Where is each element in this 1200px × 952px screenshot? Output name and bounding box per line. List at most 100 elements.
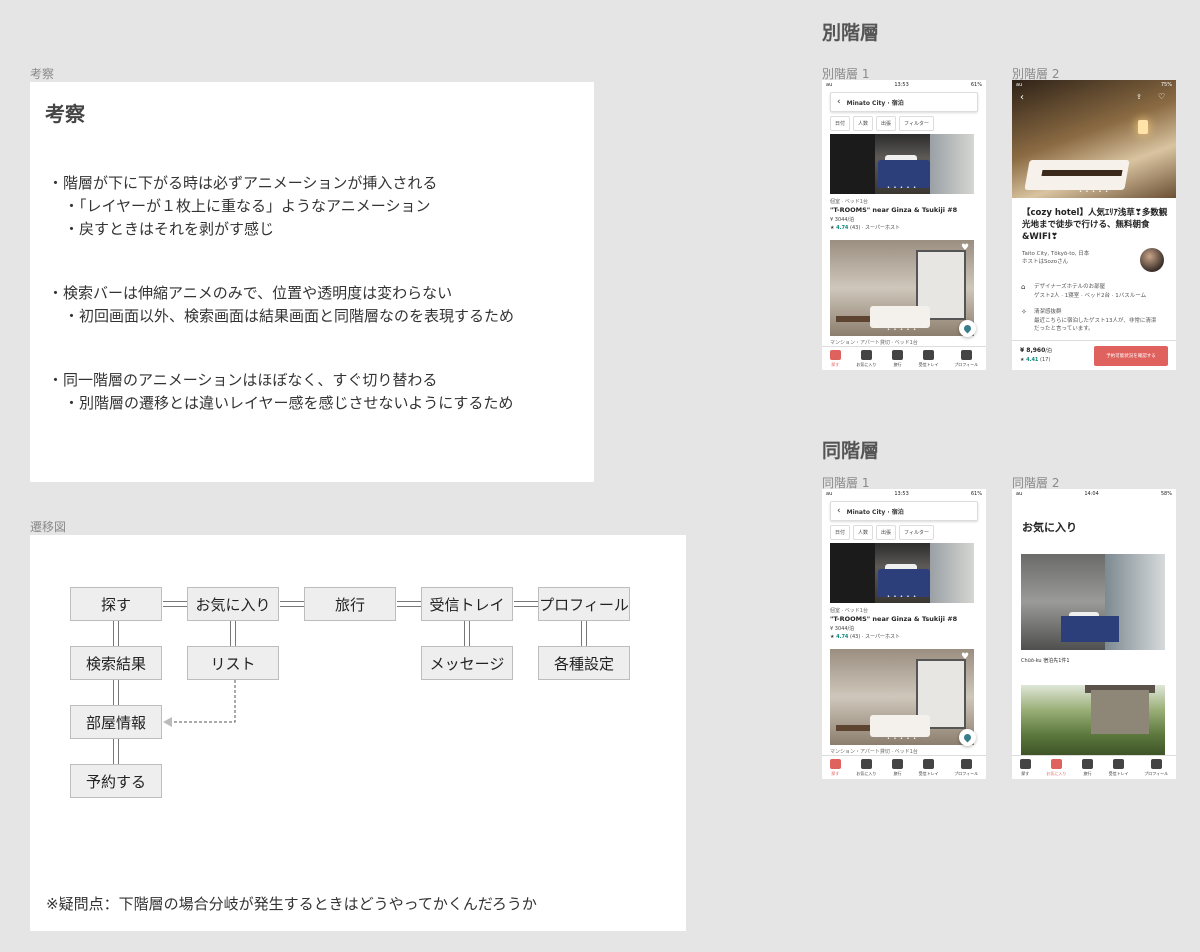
different-layer-heading: 別階層 <box>822 22 880 44</box>
status-bar: au 14:04 58% <box>1016 490 1172 497</box>
tab-inbox[interactable]: 受信トレイ <box>1109 758 1129 777</box>
map-pin-icon[interactable] <box>959 729 976 746</box>
heart-icon[interactable]: ♥ <box>960 243 970 253</box>
listing-type: 個室 · ベッド1台 <box>830 608 868 614</box>
status-time: 13:53 <box>894 81 909 88</box>
feature-subtitle: 最近こちらに宿泊したゲスト13人が、非常に清潔 <box>1034 318 1157 324</box>
connector <box>581 621 587 646</box>
observation-panel: 考察 ・階層が下に下がる時は必ずアニメーションが挿入される ・「レイヤーが１枚上… <box>30 82 594 482</box>
chip-filter[interactable]: フィルター <box>899 525 934 540</box>
tab-trips[interactable]: 旅行 <box>892 349 904 368</box>
map-pin-icon[interactable] <box>959 320 976 337</box>
node-settings: 各種設定 <box>538 646 630 680</box>
bullet-sub-item: ・戻すときはそれを剥がす感じ <box>64 220 275 238</box>
listing-photo[interactable]: • • • • • <box>830 240 974 336</box>
tab-favorites[interactable]: お気に入り <box>856 758 876 777</box>
bullet-sub-item: ・別階層の遷移とは違いレイヤー感を感じさせないようにするため <box>64 394 514 412</box>
listing-photo[interactable]: • • • • • <box>830 134 974 194</box>
status-bar: au 75% <box>1012 80 1176 89</box>
photo-dots: • • • • • <box>886 327 918 333</box>
search-icon <box>829 349 841 360</box>
filter-chips: 日付 人数 出張 フィルター <box>830 116 934 131</box>
listing-title[interactable]: "T-ROOMS" near Ginza & Tsukiji #8 <box>830 206 957 214</box>
feature-subtitle: ゲスト2人 · 1寝室 · ベッド2台 · 1バスルーム <box>1034 293 1147 299</box>
back-arrow-icon[interactable]: ‹ <box>1020 92 1024 103</box>
connector <box>113 621 119 646</box>
profile-icon <box>960 758 972 769</box>
nightly-price: ¥ 8,960/泊 <box>1020 347 1052 354</box>
tab-favorites[interactable]: お気に入り <box>1046 758 1066 777</box>
chip-dates[interactable]: 日付 <box>830 116 851 131</box>
favorite-list-photo[interactable] <box>1021 554 1165 650</box>
tab-explore[interactable]: 探す <box>829 758 841 777</box>
tab-profile[interactable]: プロフィール <box>954 758 978 777</box>
booking-bar: ¥ 8,960/泊 ★ 4.41 (17) 予約可能状況を確認する <box>1012 340 1176 370</box>
tab-explore[interactable]: 探す <box>1019 758 1031 777</box>
connector <box>113 680 119 705</box>
filter-chips: 日付 人数 出張 フィルター <box>830 525 934 540</box>
favorite-list-photo[interactable] <box>1021 685 1165 755</box>
connector <box>280 601 304 607</box>
connector <box>230 621 236 646</box>
node-reserve: 予約する <box>70 764 162 798</box>
tab-explore[interactable]: 探す <box>829 349 841 368</box>
tab-trips[interactable]: 旅行 <box>1082 758 1094 777</box>
chip-guests[interactable]: 人数 <box>853 116 874 131</box>
node-message: メッセージ <box>421 646 513 680</box>
listing-title: 【cozy hotel】人気ｴﾘｱ浅草❣多数観光地まで徒歩で行ける、無料朝食&W… <box>1022 208 1168 242</box>
photo-dots: • • • • • <box>1078 189 1110 195</box>
back-arrow-icon[interactable]: ‹ <box>837 97 841 107</box>
node-search: 探す <box>70 587 162 621</box>
observation-title: 考察 <box>45 102 85 126</box>
back-arrow-icon[interactable]: ‹ <box>837 506 841 516</box>
node-profile: プロフィール <box>538 587 630 621</box>
listing-photo[interactable]: • • • • • <box>830 649 974 745</box>
heart-icon[interactable]: ♥ <box>960 652 970 662</box>
heart-icon <box>860 349 872 360</box>
listing-price: ¥ 3044/泊 <box>830 217 855 223</box>
heart-icon <box>860 758 872 769</box>
hotel-photo[interactable]: • • • • • <box>1012 80 1176 198</box>
host-avatar[interactable] <box>1140 248 1164 272</box>
tab-inbox[interactable]: 受信トレイ <box>919 349 939 368</box>
chip-dates[interactable]: 日付 <box>830 525 851 540</box>
search-bar[interactable]: ‹ Minato City · 宿泊 <box>830 501 978 521</box>
trip-icon <box>1082 758 1094 769</box>
listing-rating: ★ 4.41 (17) <box>1020 357 1051 363</box>
listing-type: マンション・アパート貸切 · ベッド1台 <box>830 749 918 755</box>
node-search-results: 検索結果 <box>70 646 162 680</box>
chip-business[interactable]: 出張 <box>876 116 897 131</box>
status-battery: 58% <box>1160 490 1172 497</box>
tab-profile[interactable]: プロフィール <box>1144 758 1168 777</box>
chip-guests[interactable]: 人数 <box>853 525 874 540</box>
bullet-sub-item: ・「レイヤーが１枚上に重なる」ようなアニメーション <box>64 197 431 215</box>
listing-title[interactable]: "T-ROOMS" near Ginza & Tsukiji #8 <box>830 615 957 623</box>
chip-filter[interactable]: フィルター <box>899 116 934 131</box>
check-availability-button[interactable]: 予約可能状況を確認する <box>1094 346 1168 366</box>
search-bar[interactable]: ‹ Minato City · 宿泊 <box>830 92 978 112</box>
feature-subtitle: だったと言っています。 <box>1034 326 1094 332</box>
connector <box>397 601 421 607</box>
tab-favorites[interactable]: お気に入り <box>856 349 876 368</box>
tab-profile[interactable]: プロフィール <box>954 349 978 368</box>
chip-business[interactable]: 出張 <box>876 525 897 540</box>
inbox-icon <box>923 349 935 360</box>
feature-title: 清潔感抜群 <box>1034 309 1062 315</box>
tab-bar: 探す お気に入り 旅行 受信トレイ プロフィール <box>822 755 986 779</box>
bullet-item: ・同一階層のアニメーションはほぼなく、すぐ切り替わる <box>48 371 438 389</box>
tab-trips[interactable]: 旅行 <box>892 758 904 777</box>
listing-location: Taito City, Tōkyō-to, 日本 <box>1022 251 1090 257</box>
status-carrier: au <box>1016 81 1023 88</box>
bullet-item: ・検索バーは伸縮アニメのみで、位置や透明度は変わらない <box>48 284 453 302</box>
favorite-list-caption[interactable]: Chūō-ku 宿泊先1件1 <box>1021 657 1070 664</box>
room-detail-screen: • • • • • au 75% ‹ ⇪ ♡ 【cozy hotel】人気ｴﾘｱ… <box>1012 80 1176 370</box>
connector <box>464 621 470 646</box>
favorites-screen: au 14:04 58% お気に入り Chūō-ku 宿泊先1件1 探す お気に… <box>1012 489 1176 779</box>
listing-photo[interactable]: • • • • • <box>830 543 974 603</box>
tab-inbox[interactable]: 受信トレイ <box>919 758 939 777</box>
listing-price: ¥ 3044/泊 <box>830 626 855 632</box>
connector <box>514 601 538 607</box>
share-icon[interactable]: ⇪ <box>1136 93 1142 101</box>
heart-outline-icon[interactable]: ♡ <box>1158 92 1165 101</box>
listing-type: マンション・アパート貸切 · ベッド1台 <box>830 340 918 346</box>
